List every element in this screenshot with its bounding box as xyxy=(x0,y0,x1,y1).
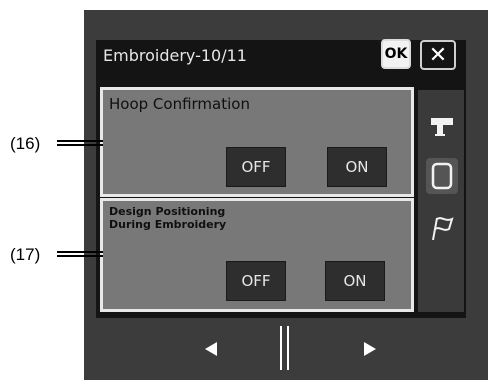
previous-page-button[interactable] xyxy=(196,334,226,364)
embroidery-hoop-icon xyxy=(431,162,453,190)
design-positioning-panel: Design Positioning During Embroidery OFF… xyxy=(100,198,414,312)
callout-leader-16 xyxy=(57,140,103,146)
tab-embroidery-settings[interactable] xyxy=(426,158,458,194)
sewing-machine-icon xyxy=(431,118,453,136)
callout-label-17: (17) xyxy=(10,245,41,264)
design-positioning-label: Design Positioning During Embroidery xyxy=(109,205,226,231)
page-indicator-icon xyxy=(280,326,289,370)
hoop-confirmation-label: Hoop Confirmation xyxy=(109,95,250,113)
hoop-confirmation-panel: Hoop Confirmation OFF ON xyxy=(100,87,414,197)
design-positioning-label-line2: During Embroidery xyxy=(109,218,227,231)
side-tab-bar xyxy=(418,90,464,312)
design-positioning-on-button[interactable]: ON xyxy=(325,261,385,301)
hoop-confirmation-on-button[interactable]: ON xyxy=(327,147,387,187)
page-title: Embroidery-10/11 xyxy=(103,46,247,65)
tab-general-settings[interactable] xyxy=(426,210,458,246)
design-positioning-label-line1: Design Positioning xyxy=(109,205,226,218)
next-page-icon xyxy=(364,342,376,356)
close-button[interactable]: ✕ xyxy=(420,40,456,70)
tab-sewing-settings[interactable] xyxy=(426,108,458,144)
next-page-button[interactable] xyxy=(355,334,385,364)
hoop-confirmation-off-button[interactable]: OFF xyxy=(226,147,286,187)
callout-label-16: (16) xyxy=(10,134,41,153)
callout-leader-17 xyxy=(57,251,103,257)
flag-icon xyxy=(432,217,454,241)
previous-page-icon xyxy=(205,342,217,356)
design-positioning-off-button[interactable]: OFF xyxy=(226,261,286,301)
ok-button[interactable]: OK xyxy=(381,39,411,69)
